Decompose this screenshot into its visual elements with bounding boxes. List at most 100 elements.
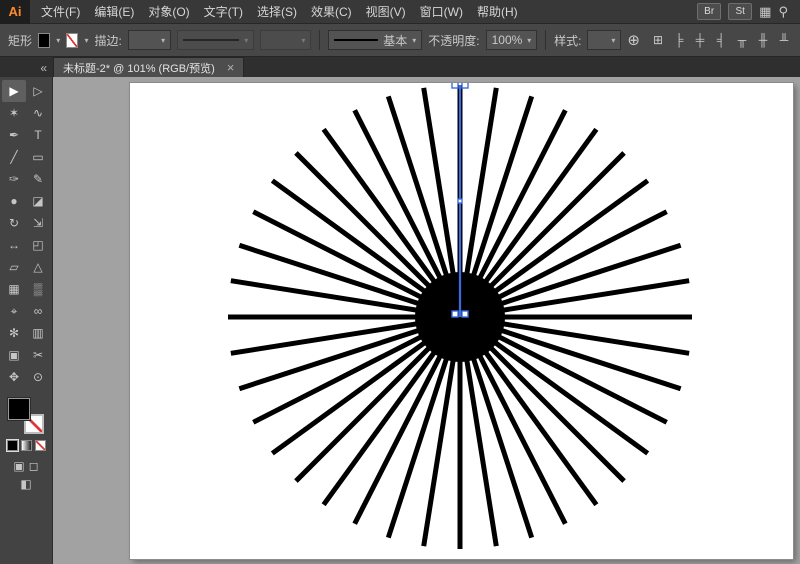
- color-mode-row: [5, 439, 46, 452]
- fill-indicator-swatch[interactable]: [8, 398, 30, 420]
- slice-tool[interactable]: ✂: [26, 344, 50, 366]
- app-logo: Ai: [0, 0, 30, 24]
- opacity-combo[interactable]: 100% ▾: [485, 30, 538, 50]
- divider: [545, 30, 547, 50]
- style-dropdown[interactable]: ▾: [587, 30, 622, 50]
- gradient-tool[interactable]: ▒: [26, 278, 50, 300]
- direct-selection-tool[interactable]: ▷: [26, 80, 50, 102]
- draw-mode-row: ▣ ◻ ◧: [6, 459, 46, 491]
- tools-panel: ▶ ▷ ✶ ∿ ✒ T ╱ ▭ ✑ ✎ ● ◪ ↻ ⇲ ↔ ◰ ▱ △ ▦ ▒ ⌖ ∞ ✻ ▥ ▣ ✂ ✥ ⊙ ▣ ◻ ◧: [0, 77, 53, 564]
- controlbar-right-icons: ⊞ ╞ ╪ ╡ ╥ ╫ ╨: [650, 33, 792, 47]
- chevron-down-icon: ▾: [301, 35, 306, 45]
- menu-select[interactable]: 选择(S): [250, 0, 304, 24]
- align-right-button[interactable]: ╡: [713, 33, 729, 47]
- menu-effect[interactable]: 效果(C): [304, 0, 359, 24]
- document-tab[interactable]: 未标题-2* @ 101% (RGB/预览) ×: [53, 57, 245, 77]
- menu-help[interactable]: 帮助(H): [470, 0, 525, 24]
- menu-view[interactable]: 视图(V): [359, 0, 413, 24]
- menu-type[interactable]: 文字(T): [197, 0, 250, 24]
- distribute-bottom-button[interactable]: ╨: [776, 33, 792, 47]
- menu-edit[interactable]: 编辑(E): [87, 0, 141, 24]
- hand-tool[interactable]: ✥: [2, 366, 26, 388]
- distribute-middle-button[interactable]: ╫: [755, 33, 771, 47]
- collapse-tools-icon[interactable]: «: [0, 61, 53, 77]
- blob-brush-tool[interactable]: ●: [2, 190, 26, 212]
- symbol-sprayer-tool[interactable]: ✻: [2, 322, 26, 344]
- lasso-tool[interactable]: ∿: [26, 102, 50, 124]
- chevron-down-icon: ▾: [161, 35, 166, 45]
- distribute-top-button[interactable]: ╥: [734, 33, 750, 47]
- paintbrush-tool[interactable]: ✑: [2, 168, 26, 190]
- draw-normal-button[interactable]: ▣: [13, 459, 24, 473]
- illustrator-window: Ai 文件(F) 编辑(E) 对象(O) 文字(T) 选择(S) 效果(C) 视图(V) 窗口…: [0, 0, 800, 564]
- menubar-right-icons: Br St ▦ ⚲: [697, 3, 800, 20]
- zoom-tool[interactable]: ⊙: [26, 366, 50, 388]
- document-tabbar: « 未标题-2* @ 101% (RGB/预览) ×: [0, 57, 800, 77]
- menu-window[interactable]: 窗口(W): [413, 0, 470, 24]
- rectangle-tool[interactable]: ▭: [26, 146, 50, 168]
- menubar-items: 文件(F) 编辑(E) 对象(O) 文字(T) 选择(S) 效果(C) 视图(V) 窗口(W)…: [34, 0, 525, 24]
- main-area: ▶ ▷ ✶ ∿ ✒ T ╱ ▭ ✑ ✎ ● ◪ ↻ ⇲ ↔ ◰ ▱ △ ▦ ▒ ⌖ ∞ ✻ ▥ ▣ ✂ ✥ ⊙ ▣ ◻ ◧: [0, 77, 800, 564]
- eyedropper-tool[interactable]: ⌖: [2, 300, 26, 322]
- color-button[interactable]: [5, 439, 19, 452]
- divider: [319, 30, 321, 50]
- stroke-dropdown-icon[interactable]: ▾: [84, 36, 88, 45]
- fill-color-swatch[interactable]: [38, 32, 51, 48]
- workspace-switcher-icon[interactable]: ▦: [759, 3, 771, 20]
- opacity-label: 不透明度:: [428, 33, 480, 48]
- width-profile-dropdown[interactable]: ▾: [177, 30, 255, 50]
- style-label: 样式:: [554, 33, 582, 48]
- align-left-button[interactable]: ╞: [671, 33, 687, 47]
- stroke-weight-combo[interactable]: ▾: [127, 30, 172, 50]
- pen-tool[interactable]: ✒: [2, 124, 26, 146]
- none-button[interactable]: [34, 440, 46, 451]
- artboard-tool[interactable]: ▣: [2, 344, 26, 366]
- chevron-down-icon: ▾: [527, 35, 532, 45]
- stroke-label: 描边:: [94, 33, 122, 48]
- line-tool[interactable]: ╱: [2, 146, 26, 168]
- rotate-tool[interactable]: ↻: [2, 212, 26, 234]
- opacity-value: 100%: [491, 33, 523, 47]
- stroke-style-label: 基本: [383, 33, 408, 48]
- perspective-grid-tool[interactable]: △: [26, 256, 50, 278]
- stroke-color-swatch[interactable]: [66, 32, 79, 48]
- menu-object[interactable]: 对象(O): [141, 0, 196, 24]
- stock-button[interactable]: St: [728, 3, 753, 20]
- chevron-down-icon: ▾: [412, 35, 417, 45]
- blend-tool[interactable]: ∞: [26, 300, 50, 322]
- document-tab-title: 未标题-2* @ 101% (RGB/预览): [63, 62, 215, 75]
- chevron-down-icon: ▾: [244, 35, 249, 45]
- globe-icon[interactable]: ⊕: [627, 31, 640, 49]
- screen-mode-button[interactable]: ◧: [20, 477, 31, 491]
- pencil-tool[interactable]: ✎: [26, 168, 50, 190]
- draw-behind-button[interactable]: ◻: [29, 459, 39, 473]
- eraser-tool[interactable]: ◪: [26, 190, 50, 212]
- context-label: 矩形: [8, 33, 33, 48]
- canvas-area[interactable]: [53, 77, 800, 564]
- gradient-button[interactable]: [20, 440, 32, 451]
- fill-stroke-widget: [8, 398, 44, 434]
- align-center-button[interactable]: ╪: [692, 33, 708, 47]
- search-icon[interactable]: ⚲: [778, 3, 788, 20]
- transform-button[interactable]: ⊞: [650, 33, 666, 47]
- magic-wand-tool[interactable]: ✶: [2, 102, 26, 124]
- menu-file[interactable]: 文件(F): [34, 0, 87, 24]
- artboard[interactable]: [130, 83, 793, 559]
- close-icon[interactable]: ×: [227, 61, 235, 74]
- free-transform-tool[interactable]: ◰: [26, 234, 50, 256]
- tools-grid: ▶ ▷ ✶ ∿ ✒ T ╱ ▭ ✑ ✎ ● ◪ ↻ ⇲ ↔ ◰ ▱ △ ▦ ▒ ⌖ ∞ ✻ ▥ ▣ ✂ ✥ ⊙: [2, 80, 50, 388]
- brush-definition-dropdown[interactable]: ▾: [260, 30, 312, 50]
- mesh-tool[interactable]: ▦: [2, 278, 26, 300]
- bridge-button[interactable]: Br: [697, 3, 722, 20]
- starburst-artwork[interactable]: [130, 83, 793, 559]
- type-tool[interactable]: T: [26, 124, 50, 146]
- selection-tool[interactable]: ▶: [2, 80, 26, 102]
- width-profile-preview: [183, 39, 240, 41]
- column-graph-tool[interactable]: ▥: [26, 322, 50, 344]
- fill-dropdown-icon[interactable]: ▾: [56, 36, 60, 45]
- stroke-style-dropdown[interactable]: 基本 ▾: [328, 30, 423, 50]
- scale-tool[interactable]: ⇲: [26, 212, 50, 234]
- chevron-down-icon: ▾: [611, 35, 616, 45]
- shape-builder-tool[interactable]: ▱: [2, 256, 26, 278]
- width-tool[interactable]: ↔: [2, 234, 26, 256]
